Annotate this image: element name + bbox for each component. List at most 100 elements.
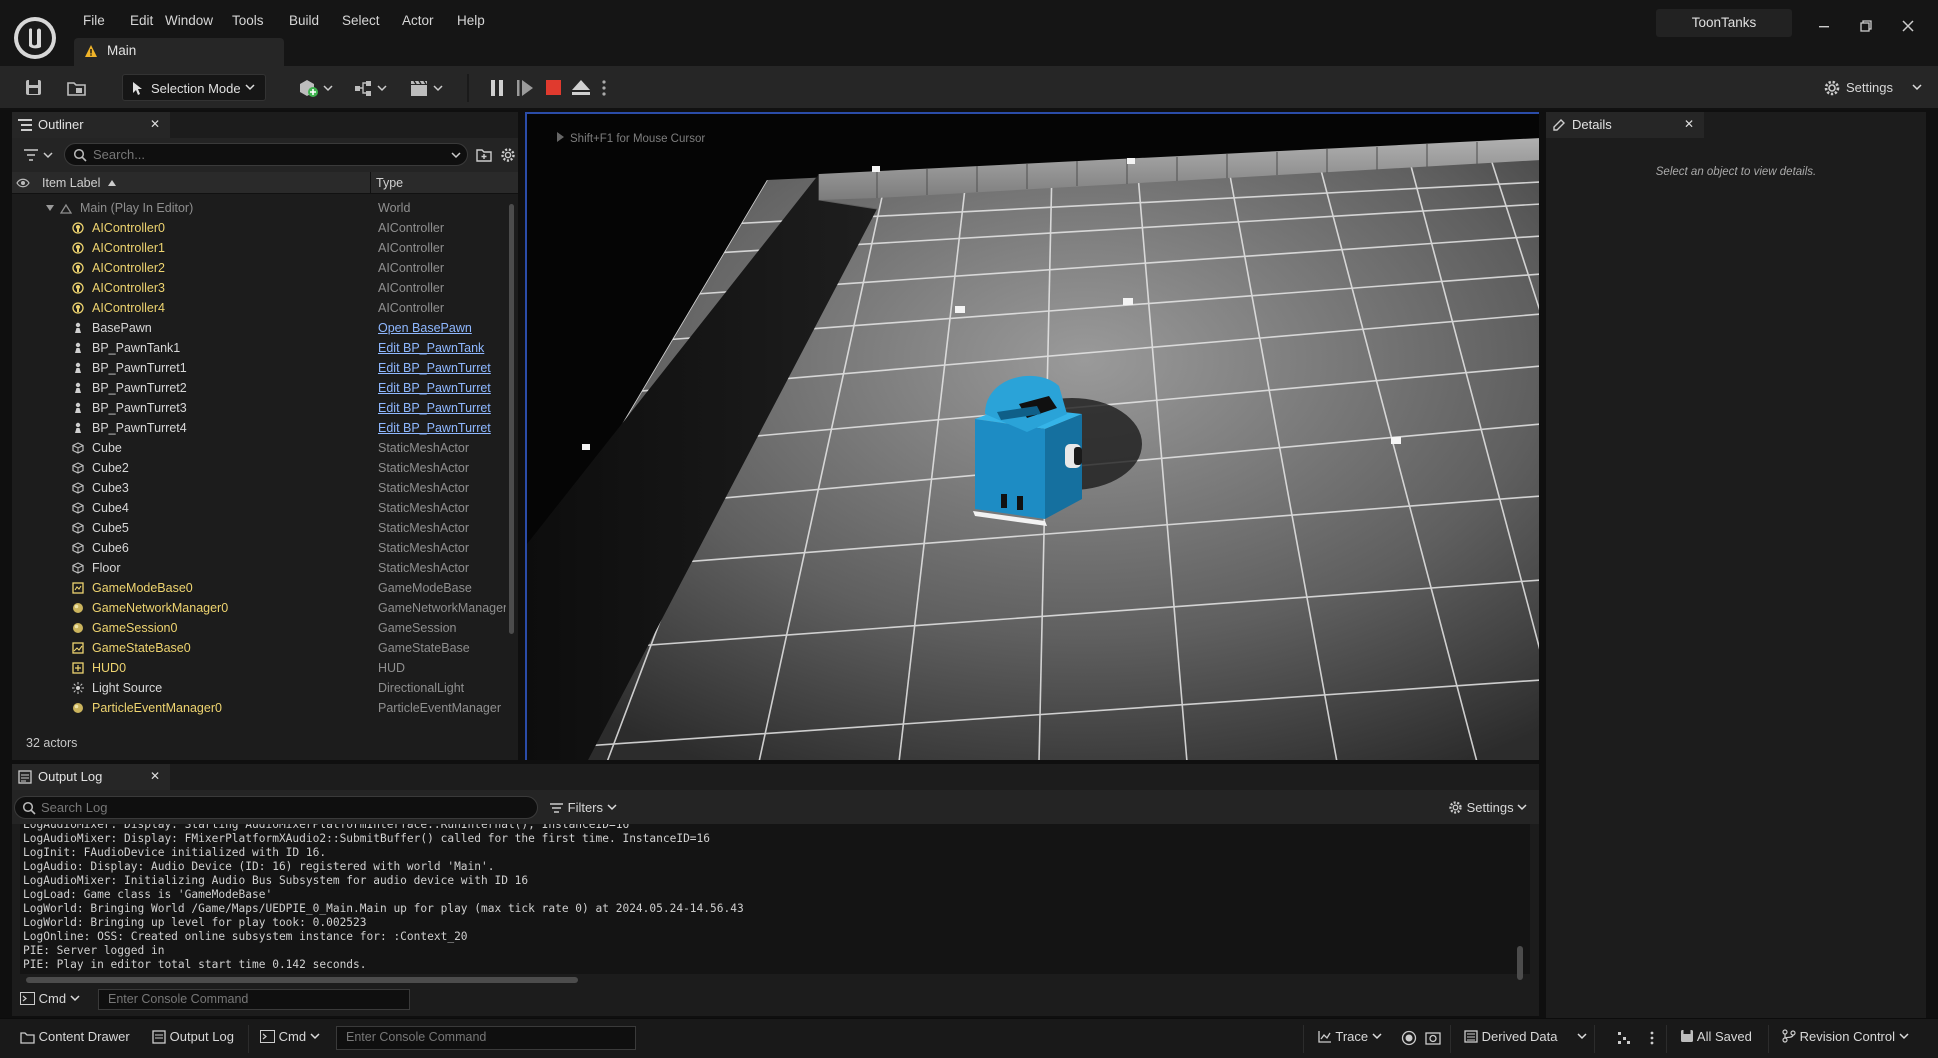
row-type-link[interactable]: Edit BP_PawnTurret [378,361,506,375]
close-tab-icon[interactable]: ✕ [1684,117,1694,131]
pawn-icon [72,422,84,434]
outliner-row[interactable]: BP_PawnTurret3 Edit BP_PawnTurret [12,398,506,418]
chevron-down-icon[interactable] [451,152,461,160]
restore-icon[interactable] [1854,14,1878,38]
outliner-row[interactable]: BP_PawnTurret4 Edit BP_PawnTurret [12,418,506,438]
menu-window[interactable]: Window [158,11,220,31]
log-output[interactable]: LogAudioMixer: Display: Starting AudioMi… [20,824,1530,974]
cinematics-icon[interactable] [408,77,448,99]
menu-tools[interactable]: Tools [225,11,271,31]
outliner-row[interactable]: BasePawn Open BasePawn [12,318,506,338]
menu-file[interactable]: File [76,11,112,31]
cmd-dropdown[interactable]: Cmd [20,991,80,1006]
outliner-row[interactable]: GameSession0 GameSession [12,618,506,638]
row-label: BP_PawnTank1 [92,341,181,355]
outliner-row[interactable]: Floor StaticMeshActor [12,558,506,578]
close-tab-icon[interactable]: ✕ [150,769,160,783]
outliner-row[interactable]: BP_PawnTurret1 Edit BP_PawnTurret [12,358,506,378]
trace-dropdown[interactable]: Trace [1318,1029,1382,1049]
console-command-input[interactable]: Enter Console Command [336,1026,636,1050]
outliner-row[interactable]: Cube4 StaticMeshActor [12,498,506,518]
viewport-scene[interactable] [527,114,1539,760]
outliner-search-input[interactable]: Search... [64,143,468,166]
row-type-link[interactable]: Edit BP_PawnTurret [378,421,506,435]
menu-edit[interactable]: Edit [123,11,160,31]
close-window-icon[interactable] [1896,14,1920,38]
outliner-row[interactable]: AIController1 AIController [12,238,506,258]
outliner-row[interactable]: HUD0 HUD [12,658,506,678]
step-frame-icon[interactable] [514,77,536,99]
output-log-tab[interactable]: Output Log ✕ [12,764,170,790]
console-command-input[interactable]: Enter Console Command [98,989,410,1010]
all-saved-button[interactable]: All Saved [1680,1029,1752,1049]
outliner-row[interactable]: Light Source DirectionalLight [12,678,506,698]
output-log-button[interactable]: Output Log [152,1029,234,1049]
gear-icon[interactable] [500,147,516,163]
add-actor-icon[interactable] [296,77,336,99]
content-drawer-button[interactable]: Content Drawer [20,1029,130,1049]
outliner-row[interactable]: Cube2 StaticMeshActor [12,458,506,478]
column-type[interactable]: Type [376,176,403,190]
console-placeholder: Enter Console Command [108,992,249,1006]
outliner-row[interactable]: Cube5 StaticMeshActor [12,518,506,538]
outliner-row[interactable]: BP_PawnTurret2 Edit BP_PawnTurret [12,378,506,398]
outliner-row[interactable]: Cube StaticMeshActor [12,438,506,458]
details-tab[interactable]: Details ✕ [1546,112,1704,138]
log-horizontal-scrollbar[interactable] [26,977,578,983]
outliner-row[interactable]: GameModeBase0 GameModeBase [12,578,506,598]
save-icon[interactable] [23,77,45,99]
screenshot-icon[interactable] [1425,1030,1441,1050]
row-type-link[interactable]: Edit BP_PawnTurret [378,381,506,395]
eject-icon[interactable] [570,77,592,99]
outliner-scrollbar[interactable] [509,204,514,634]
log-search-input[interactable]: Search Log [14,796,538,819]
cursor-icon [133,82,142,95]
add-folder-icon[interactable] [476,148,492,162]
column-item-label[interactable]: Item Label [42,176,100,190]
minimize-icon[interactable] [1812,14,1836,38]
blueprint-icon[interactable] [352,77,392,99]
cmd-dropdown[interactable]: Cmd [260,1029,320,1049]
outliner-row[interactable]: AIController0 AIController [12,218,506,238]
log-settings-label: Settings [1466,800,1514,815]
outliner-tab[interactable]: Outliner ✕ [12,112,170,138]
outliner-row[interactable]: Cube6 StaticMeshActor [12,538,506,558]
outliner-row[interactable]: Cube3 StaticMeshActor [12,478,506,498]
menu-build[interactable]: Build [282,11,326,31]
unreal-logo-icon[interactable] [14,17,56,59]
source-control-icon[interactable] [1616,1030,1632,1050]
outliner-row[interactable]: AIController2 AIController [12,258,506,278]
outliner-row[interactable]: Main (Play In Editor) World [12,198,506,218]
menu-help[interactable]: Help [450,11,492,31]
browse-icon[interactable] [66,77,88,99]
log-vertical-scrollbar[interactable] [1517,946,1523,980]
filters-dropdown[interactable]: Filters [550,800,617,815]
outliner-row[interactable]: GameStateBase0 GameStateBase [12,638,506,658]
filter-icon[interactable] [24,148,54,162]
level-viewport[interactable]: Shift+F1 for Mouse Cursor [525,112,1539,760]
record-icon[interactable] [1401,1030,1417,1050]
stop-icon[interactable] [543,77,565,99]
menu-select[interactable]: Select [335,11,387,31]
close-tab-icon[interactable]: ✕ [150,117,160,131]
log-settings-dropdown[interactable]: Settings [1448,800,1527,815]
eye-icon[interactable] [16,177,30,189]
outliner-row[interactable]: AIController4 AIController [12,298,506,318]
outliner-row[interactable]: AIController3 AIController [12,278,506,298]
expand-arrow-icon[interactable] [46,205,54,211]
row-type-link[interactable]: Edit BP_PawnTurret [378,401,506,415]
row-type-link[interactable]: Edit BP_PawnTank [378,341,506,355]
play-options-icon[interactable] [599,77,609,99]
more-options-icon[interactable] [1648,1030,1656,1050]
row-type-link[interactable]: Open BasePawn [378,321,506,335]
outliner-row[interactable]: BP_PawnTank1 Edit BP_PawnTank [12,338,506,358]
level-tab[interactable]: Main [74,38,284,66]
pause-icon[interactable] [486,77,508,99]
menu-actor[interactable]: Actor [395,11,441,31]
outliner-row[interactable]: GameNetworkManager0 GameNetworkManager [12,598,506,618]
outliner-row[interactable]: ParticleEventManager0 ParticleEventManage… [12,698,506,718]
log-command-row: Cmd Enter Console Command [12,986,1539,1016]
selection-mode-dropdown[interactable]: Selection Mode [122,74,266,101]
derived-data-dropdown[interactable]: Derived Data [1464,1029,1587,1049]
revision-control-dropdown[interactable]: Revision Control [1782,1029,1909,1049]
